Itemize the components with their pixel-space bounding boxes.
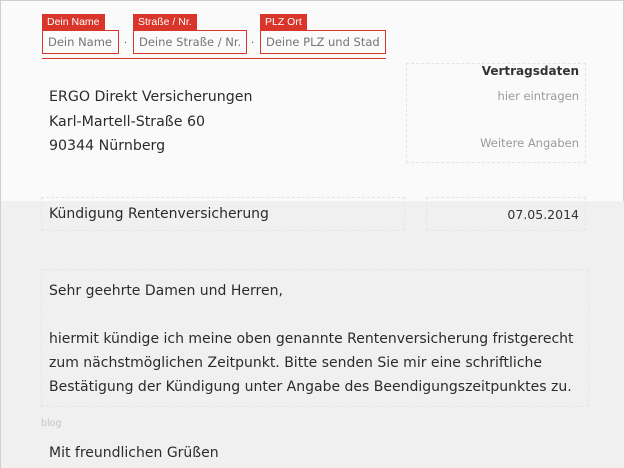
sender-street-input[interactable] [133,30,247,54]
letter-body[interactable]: Sehr geehrte Damen und Herren, hiermit k… [49,279,589,399]
separator-dot: · [251,38,255,49]
separator-dot: · [124,38,128,49]
sender-street-label: Straße / Nr. [133,14,197,30]
sender-name-label: Dein Name [42,14,105,30]
recipient-line-3: 90344 Nürnberg [49,138,166,154]
sender-underline [42,58,386,59]
closing[interactable]: Mit freundlichen Grüßen [49,445,219,461]
sender-city-input[interactable] [260,30,386,54]
letter-page: Dein Name · Straße / Nr. · PLZ Ort ERGO … [0,0,624,468]
contract-data-hint[interactable]: hier eintragen [498,89,579,103]
body-line-3: Bestätigung der Kündigung unter Angabe d… [49,379,572,395]
sender-city-label: PLZ Ort [260,14,307,30]
watermark-text: blog [41,418,62,429]
body-line-1: hiermit kündige ich meine oben genannte … [49,331,574,347]
contract-data-more[interactable]: Weitere Angaben [480,136,579,150]
recipient-address: ERGO Direkt Versicherungen Karl-Martell-… [49,85,252,159]
letter-subject[interactable]: Kündigung Rentenversicherung [49,206,269,222]
letter-date[interactable]: 07.05.2014 [507,207,579,222]
sender-name-input[interactable] [42,30,119,54]
recipient-line-2: Karl-Martell-Straße 60 [49,113,206,130]
salutation: Sehr geehrte Damen und Herren, [49,283,283,299]
recipient-line-1: ERGO Direkt Versicherungen [49,89,253,105]
body-line-2: zum nächstmöglichen Zeitpunkt. Bitte sen… [49,355,543,371]
contract-data-title: Vertragsdaten [481,64,579,78]
